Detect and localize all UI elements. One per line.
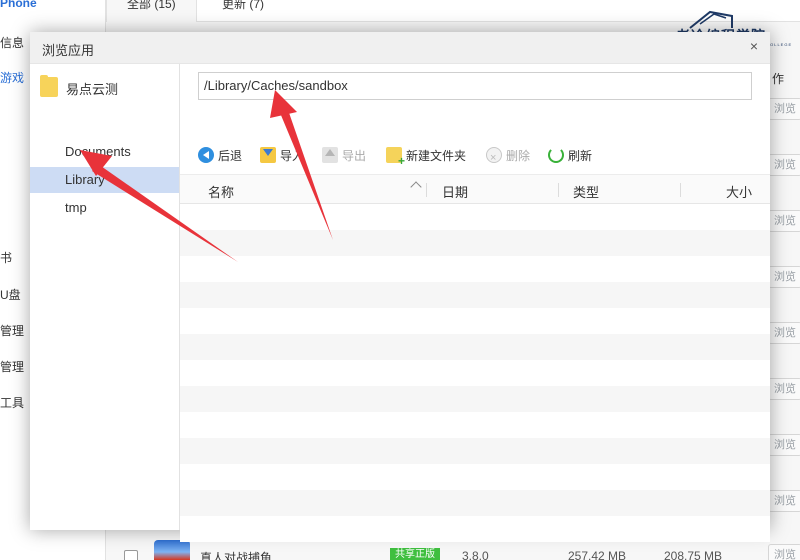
- dialog-title: 浏览应用: [42, 43, 95, 58]
- table-row: [180, 256, 770, 282]
- table-row: [180, 230, 770, 256]
- refresh-label: 刷新: [568, 148, 593, 163]
- sidebar-item-books[interactable]: 书: [0, 249, 12, 266]
- sidebar-item-manage-1[interactable]: 管理: [0, 322, 24, 339]
- new-folder-label: 新建文件夹: [406, 148, 467, 163]
- table-row: [180, 282, 770, 308]
- export-icon: [322, 146, 338, 163]
- column-name[interactable]: 名称: [208, 182, 234, 201]
- column-size[interactable]: 大小: [726, 182, 752, 201]
- sidebar-item-games[interactable]: 游戏: [0, 69, 24, 86]
- folder-tree: 易点云测 Documents Library tmp: [30, 64, 180, 530]
- browse-button[interactable]: 浏览: [768, 490, 800, 512]
- new-folder-icon: [386, 146, 405, 167]
- table-row: [180, 308, 770, 334]
- row-checkbox[interactable]: [124, 550, 138, 560]
- tab-updates[interactable]: 更新 (7): [202, 0, 284, 22]
- column-divider[interactable]: [426, 183, 427, 197]
- operation-column-header: 作: [771, 72, 784, 86]
- browse-button[interactable]: 浏览: [768, 210, 800, 232]
- app-root[interactable]: 易点云测: [40, 74, 170, 98]
- import-label: 导入: [280, 148, 305, 163]
- app-icon: [154, 540, 190, 560]
- import-icon: [260, 146, 276, 163]
- sidebar-item-manage-2[interactable]: 管理: [0, 358, 24, 375]
- delete-button[interactable]: 删除: [486, 144, 531, 169]
- table-row: [180, 360, 770, 386]
- app-size: 257.42 MB: [568, 549, 627, 560]
- back-arrow-icon: [198, 146, 214, 163]
- table-row: [180, 412, 770, 438]
- back-label: 后退: [218, 148, 243, 163]
- browse-button[interactable]: 浏览: [768, 434, 800, 456]
- column-date[interactable]: 日期: [442, 182, 468, 201]
- file-table-body: [180, 204, 770, 542]
- table-row: [180, 464, 770, 490]
- tree-item-documents[interactable]: Documents: [30, 139, 179, 165]
- sidebar-item-info[interactable]: 信息: [0, 34, 24, 51]
- status-badge: 共享正版: [390, 548, 440, 560]
- app-version: 3.8.0: [462, 549, 489, 560]
- table-row: [180, 516, 770, 542]
- tab-all[interactable]: 全部 (15): [106, 0, 197, 22]
- table-row: [180, 386, 770, 412]
- column-divider[interactable]: [558, 183, 559, 197]
- delete-label: 删除: [506, 148, 531, 163]
- browse-button[interactable]: 浏览: [768, 154, 800, 176]
- sort-ascending-icon: [410, 181, 422, 193]
- browse-button[interactable]: 浏览: [768, 378, 800, 400]
- column-type[interactable]: 类型: [573, 182, 599, 201]
- delete-icon: [486, 146, 502, 169]
- table-row: [180, 490, 770, 516]
- app-data-size: 208.75 MB: [664, 549, 723, 560]
- close-icon[interactable]: ×: [746, 38, 762, 54]
- browse-button[interactable]: 浏览: [768, 322, 800, 344]
- tree-item-library[interactable]: Library: [30, 167, 179, 193]
- sidebar-item-tools[interactable]: 工具: [0, 394, 24, 411]
- device-label[interactable]: Phone: [0, 0, 37, 10]
- refresh-icon: [548, 146, 564, 163]
- browse-button[interactable]: 浏览: [768, 98, 800, 120]
- file-pane: /Library/Caches/sandbox 后退 导入 导出 新建文件夹 删…: [180, 64, 770, 542]
- export-label: 导出: [342, 148, 367, 163]
- export-button[interactable]: 导出: [322, 144, 366, 166]
- tree-item-tmp[interactable]: tmp: [30, 195, 179, 221]
- folder-icon: [40, 75, 58, 97]
- file-table-header: 名称 日期 类型 大小: [180, 174, 770, 204]
- browse-button[interactable]: 浏览: [768, 266, 800, 288]
- browse-app-dialog: 浏览应用 × 易点云测 Documents Library tmp /Libra…: [30, 32, 770, 542]
- app-root-label: 易点云测: [66, 82, 119, 97]
- import-button[interactable]: 导入: [260, 144, 304, 166]
- refresh-button[interactable]: 刷新: [548, 144, 592, 166]
- column-divider[interactable]: [680, 183, 681, 197]
- sidebar-item-udisk[interactable]: U盘: [0, 286, 21, 303]
- table-row: [180, 438, 770, 464]
- table-row: [180, 204, 770, 230]
- dialog-titlebar: 浏览应用 ×: [30, 32, 770, 64]
- table-row: [180, 334, 770, 360]
- path-input[interactable]: /Library/Caches/sandbox: [198, 72, 752, 100]
- back-button[interactable]: 后退: [198, 144, 242, 166]
- new-folder-button[interactable]: 新建文件夹: [386, 144, 467, 167]
- app-name: 真人对战捕鱼: [200, 551, 273, 560]
